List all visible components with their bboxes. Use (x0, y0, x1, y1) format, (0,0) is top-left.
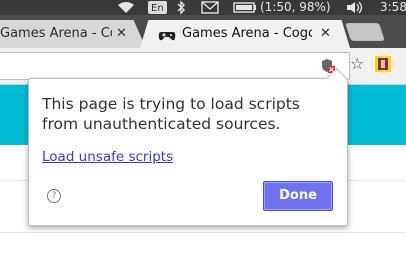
tab-games-arena-background[interactable]: Games Arena - Cogc ✕ (0, 20, 146, 48)
system-top-panel: En (1:50, 98%) 3:58 (0, 0, 406, 15)
bubble-message: This page is trying to load scripts from… (42, 95, 300, 133)
bookmark-star-icon[interactable]: ☆ (350, 54, 364, 73)
tab-close-icon[interactable]: ✕ (320, 20, 331, 47)
page-divider (0, 232, 406, 233)
tab-title: Games Arena - Cogc (182, 26, 312, 41)
browser-tab-strip: Games Arena - Cogc ✕ Games Arena - Cogc … (0, 15, 406, 48)
new-tab-button[interactable] (345, 23, 385, 41)
battery-status-text: (1:50, 98%) (260, 0, 331, 14)
clock-text[interactable]: 3:58 (380, 0, 406, 15)
tab-title: Games Arena - Cogc (0, 26, 112, 41)
unsafe-scripts-bubble: This page is trying to load scripts from… (28, 67, 348, 226)
keyboard-layout-indicator[interactable]: En (148, 1, 167, 14)
done-button[interactable]: Done (263, 181, 333, 211)
tab-games-arena-active[interactable]: Games Arena - Cogc ✕ (140, 20, 350, 48)
load-unsafe-scripts-link[interactable]: Load unsafe scripts (42, 149, 173, 165)
volume-icon[interactable] (345, 0, 365, 15)
extension-icon[interactable] (375, 56, 391, 72)
wifi-icon[interactable] (115, 0, 137, 15)
address-bar[interactable] (0, 52, 350, 80)
gamepad-icon (158, 26, 176, 48)
tab-close-icon[interactable]: ✕ (116, 20, 127, 47)
mail-icon[interactable] (200, 0, 220, 15)
help-icon[interactable]: ? (47, 189, 61, 203)
bluetooth-icon[interactable] (175, 0, 187, 15)
battery-icon[interactable] (232, 0, 258, 15)
